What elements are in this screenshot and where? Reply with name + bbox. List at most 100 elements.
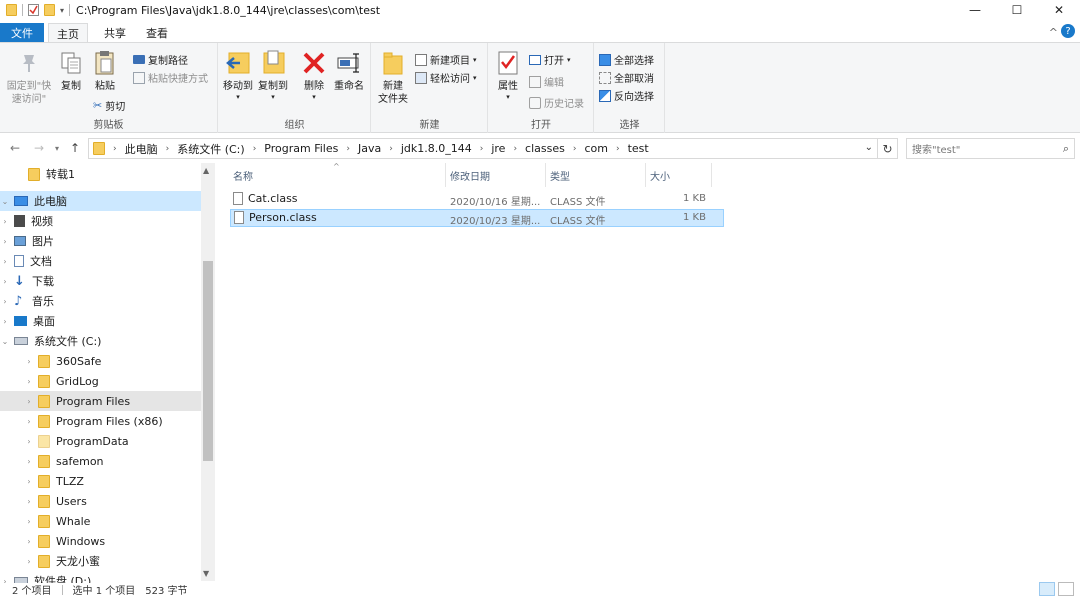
nav-scrollbar[interactable]: ▲ ▼: [201, 163, 215, 581]
expander-icon[interactable]: ›: [24, 457, 34, 466]
recent-locations-icon[interactable]: ▾: [55, 144, 59, 153]
new-item-button[interactable]: 新建项目 ▾: [415, 52, 477, 67]
expander-icon[interactable]: ⌄: [0, 197, 10, 206]
details-view-icon[interactable]: [1039, 582, 1055, 596]
up-arrow-icon[interactable]: ↑: [70, 141, 80, 155]
breadcrumb-item[interactable]: jdk1.8.0_144: [401, 142, 472, 155]
new-folder-button[interactable]: 新建 文件夹: [375, 49, 411, 106]
select-none-button[interactable]: 全部取消: [599, 70, 654, 85]
address-bar[interactable]: › 此电脑 › 系统文件 (C:) › Program Files › Java…: [88, 138, 898, 159]
expander-icon[interactable]: ›: [24, 357, 34, 366]
breadcrumb-item[interactable]: Java: [358, 142, 381, 155]
properties-button[interactable]: 属性 ▾: [493, 49, 523, 101]
cut-button[interactable]: ✂ 剪切: [93, 98, 125, 113]
nav-item-folder[interactable]: › TLZZ: [0, 471, 201, 491]
select-all-button[interactable]: 全部选择: [599, 52, 654, 67]
expander-icon[interactable]: ›: [0, 317, 10, 326]
delete-button[interactable]: 删除 ▾: [301, 49, 327, 101]
expander-icon[interactable]: ›: [0, 217, 10, 226]
back-arrow-icon[interactable]: ←: [10, 141, 20, 155]
nav-item-folder[interactable]: › Program Files (x86): [0, 411, 201, 431]
nav-item-documents[interactable]: › 文档: [0, 251, 201, 271]
forward-arrow-icon[interactable]: →: [34, 141, 44, 155]
tab-home[interactable]: 主页: [48, 23, 88, 43]
move-to-button[interactable]: 移动到 ▾: [222, 49, 254, 101]
breadcrumb-item[interactable]: 此电脑: [125, 141, 158, 157]
expander-icon[interactable]: ›: [24, 517, 34, 526]
breadcrumb-item[interactable]: com: [584, 142, 608, 155]
minimize-button[interactable]: —: [954, 0, 996, 20]
nav-item-downloads[interactable]: › ↓ 下载: [0, 271, 201, 291]
expander-icon[interactable]: ›: [24, 477, 34, 486]
paste-button[interactable]: 粘贴: [92, 49, 118, 93]
expander-icon[interactable]: ›: [24, 397, 34, 406]
expander-icon[interactable]: ›: [0, 277, 10, 286]
nav-item-folder[interactable]: › Users: [0, 491, 201, 511]
new-folder-icon[interactable]: [44, 4, 55, 16]
tab-share[interactable]: 共享: [94, 23, 136, 43]
copy-button[interactable]: 复制: [58, 49, 84, 93]
close-button[interactable]: ✕: [1038, 0, 1080, 20]
nav-item-folder[interactable]: › Windows: [0, 531, 201, 551]
expander-icon[interactable]: ›: [24, 417, 34, 426]
copy-path-button[interactable]: 复制路径: [133, 52, 188, 67]
nav-item-zhuanzai1[interactable]: 转载1: [0, 164, 201, 184]
nav-item-system-drive[interactable]: ⌄ 系统文件 (C:): [0, 331, 201, 351]
breadcrumb-item[interactable]: test: [628, 142, 649, 155]
paste-shortcut-button[interactable]: 粘贴快捷方式: [133, 70, 208, 85]
breadcrumb-item[interactable]: Program Files: [264, 142, 338, 155]
nav-item-desktop[interactable]: › 桌面: [0, 311, 201, 331]
pin-quick-access-button[interactable]: 固定到"快 速访问": [5, 49, 53, 106]
expander-icon[interactable]: ›: [24, 557, 34, 566]
expander-icon[interactable]: ›: [24, 437, 34, 446]
expander-icon[interactable]: ›: [0, 297, 10, 306]
help-icon[interactable]: ?: [1061, 24, 1075, 38]
open-button[interactable]: 打开 ▾: [529, 52, 571, 67]
rename-button[interactable]: 重命名: [331, 49, 367, 93]
column-header-type[interactable]: 类型: [546, 163, 646, 187]
file-row[interactable]: Cat.class 2020/10/16 星期... CLASS 文件 1 KB: [230, 191, 724, 209]
column-header-size[interactable]: 大小: [646, 163, 712, 187]
expander-icon[interactable]: ›: [0, 257, 10, 266]
breadcrumb-item[interactable]: jre: [491, 142, 505, 155]
search-icon[interactable]: ⌕: [1063, 142, 1069, 156]
expander-icon[interactable]: ›: [24, 497, 34, 506]
breadcrumb-item[interactable]: 系统文件 (C:): [177, 141, 244, 157]
nav-item-folder[interactable]: › safemon: [0, 451, 201, 471]
scrollbar-thumb[interactable]: [203, 261, 213, 461]
search-input[interactable]: 搜索"test" ⌕: [906, 138, 1075, 159]
nav-item-folder[interactable]: › ProgramData: [0, 431, 201, 451]
column-header-name[interactable]: 名称: [229, 163, 446, 187]
expander-icon[interactable]: ›: [0, 237, 10, 246]
expander-icon[interactable]: ›: [24, 537, 34, 546]
nav-item-folder[interactable]: › GridLog: [0, 371, 201, 391]
tab-view[interactable]: 查看: [136, 23, 178, 43]
nav-item-folder[interactable]: › Whale: [0, 511, 201, 531]
expander-icon[interactable]: ›: [24, 377, 34, 386]
large-icons-view-icon[interactable]: [1058, 582, 1074, 596]
tab-file[interactable]: 文件: [0, 23, 44, 43]
expander-icon[interactable]: ⌄: [0, 337, 10, 346]
nav-item-folder[interactable]: › 天龙小蜜: [0, 551, 201, 571]
breadcrumb-item[interactable]: classes: [525, 142, 565, 155]
nav-item-folder[interactable]: › Program Files: [0, 391, 201, 411]
edit-button[interactable]: 编辑: [529, 74, 564, 89]
column-header-date[interactable]: 修改日期: [446, 163, 546, 187]
easy-access-button[interactable]: 轻松访问 ▾: [415, 70, 477, 85]
file-row[interactable]: Person.class 2020/10/23 星期... CLASS 文件 1…: [230, 209, 724, 227]
history-button[interactable]: 历史记录: [529, 95, 584, 110]
nav-item-this-pc[interactable]: ⌄ 此电脑: [0, 191, 201, 211]
chevron-down-icon[interactable]: ⌄: [865, 142, 873, 153]
copy-to-button[interactable]: 复制到 ▾: [257, 49, 289, 101]
nav-item-videos[interactable]: › 视频: [0, 211, 201, 231]
refresh-icon[interactable]: ↻: [877, 139, 897, 158]
scroll-down-icon[interactable]: ▼: [203, 569, 209, 578]
scroll-up-icon[interactable]: ▲: [203, 166, 209, 175]
invert-selection-button[interactable]: 反向选择: [599, 88, 654, 103]
maximize-button[interactable]: ☐: [996, 0, 1038, 20]
nav-item-music[interactable]: › ♪ 音乐: [0, 291, 201, 311]
nav-item-folder[interactable]: › 360Safe: [0, 351, 201, 371]
nav-item-pictures[interactable]: › 图片: [0, 231, 201, 251]
customize-toolbar-icon[interactable]: ▾: [60, 6, 64, 15]
minimize-ribbon-icon[interactable]: ^: [1049, 26, 1058, 39]
